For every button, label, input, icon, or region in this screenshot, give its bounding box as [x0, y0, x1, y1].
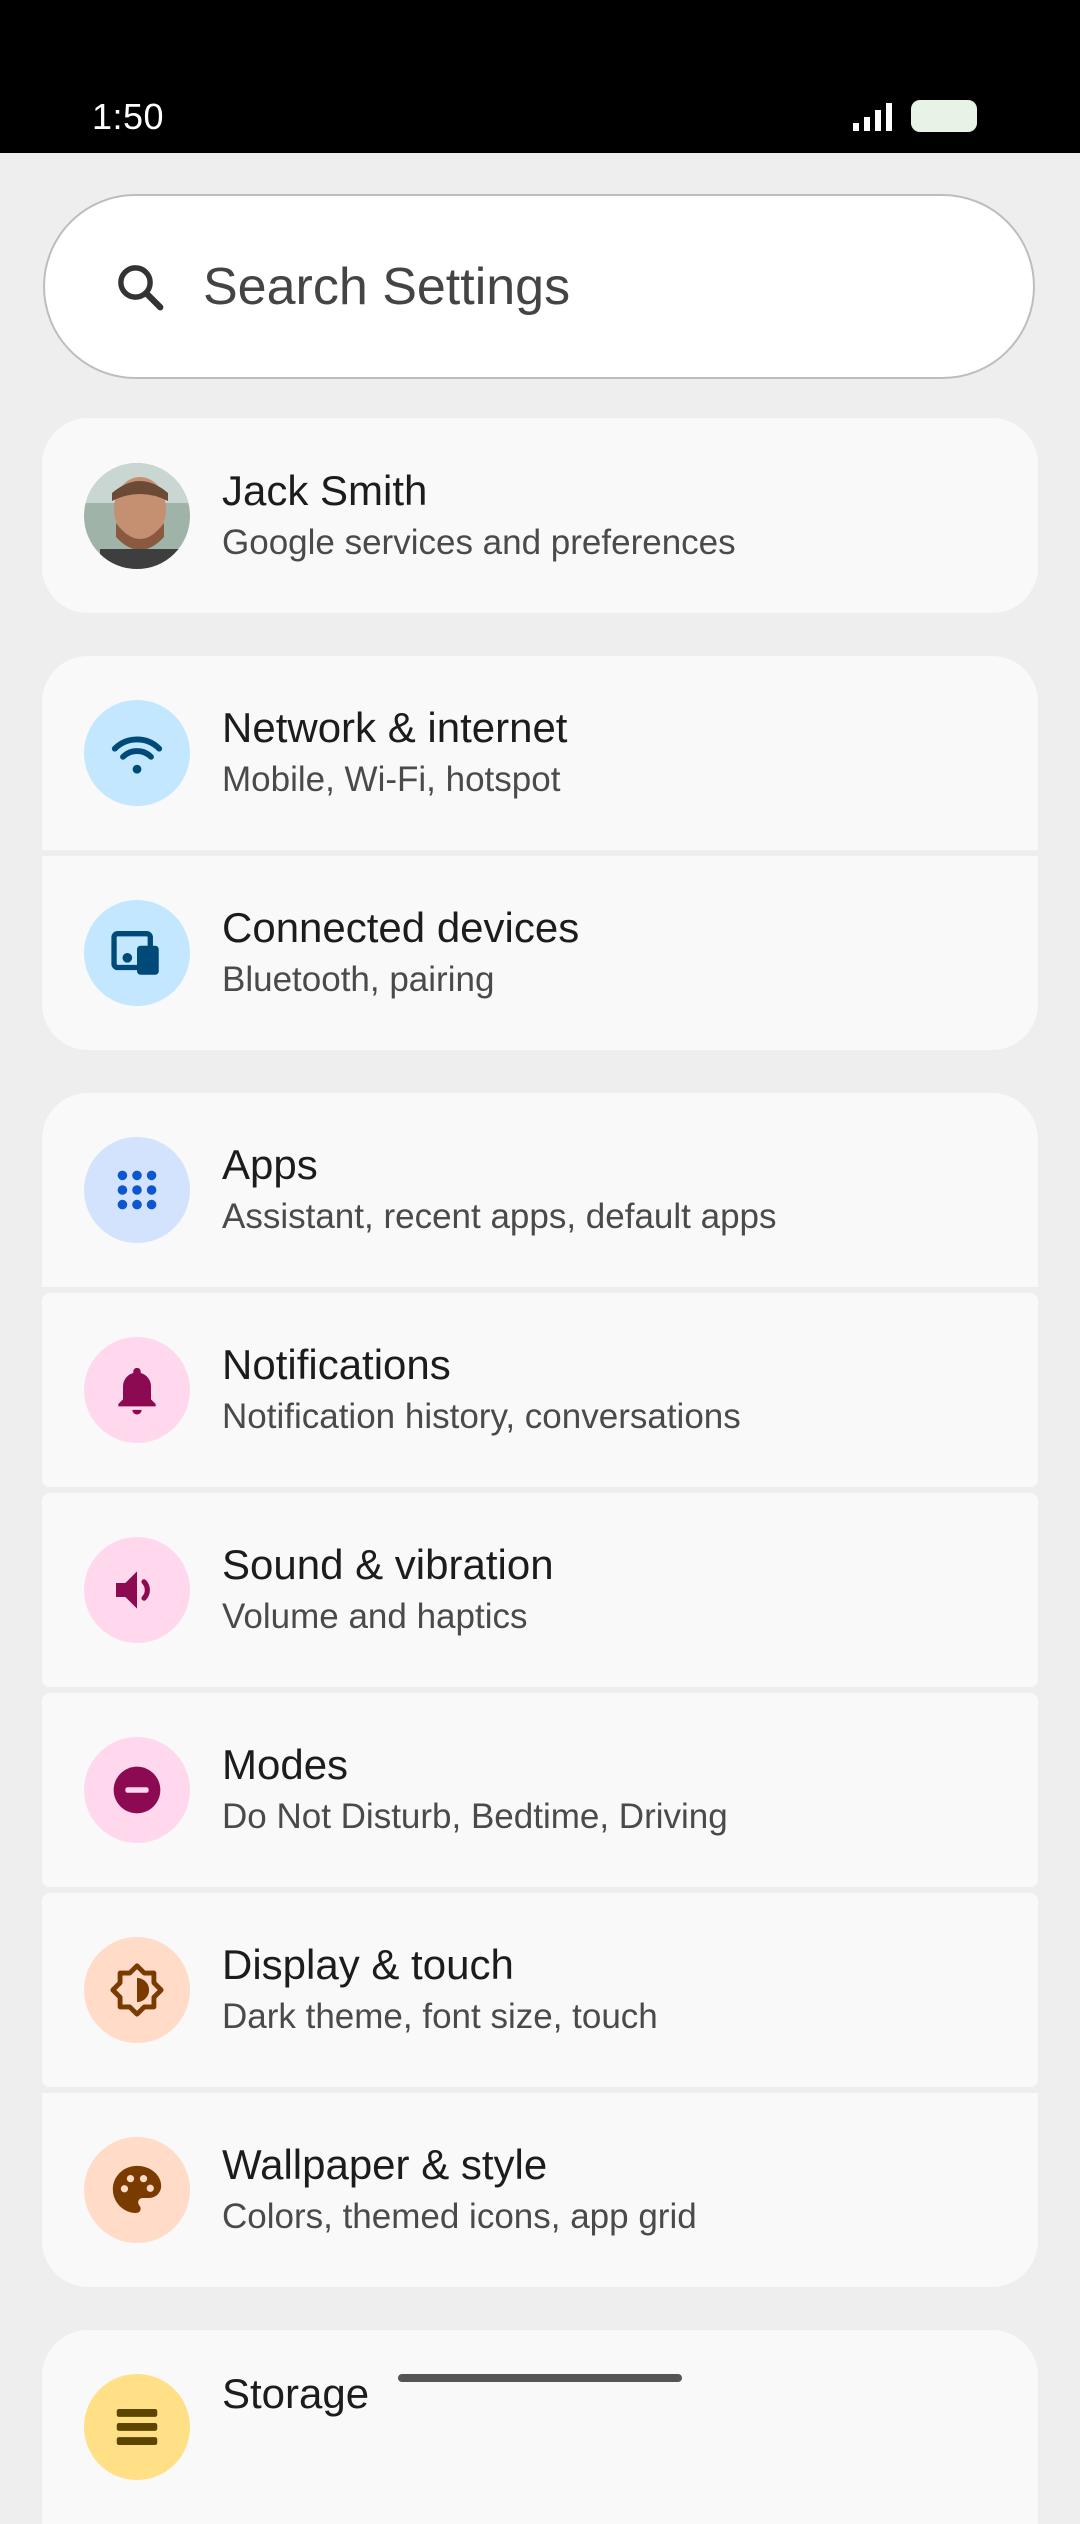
status-icons: [851, 100, 977, 132]
settings-item-notifications[interactable]: Notifications Notification history, conv…: [42, 1293, 1038, 1487]
bell-icon: [84, 1337, 190, 1443]
settings-item-subtitle: Mobile, Wi-Fi, hotspot: [222, 760, 561, 799]
settings-item-title: Display & touch: [222, 1941, 514, 1988]
status-time: 1:50: [92, 96, 165, 137]
settings-item-subtitle: Volume and haptics: [222, 1597, 528, 1636]
signal-icon: [853, 103, 892, 131]
settings-item-subtitle: Notification history, conversations: [222, 1397, 741, 1436]
settings-item-title: Network & internet: [222, 704, 568, 751]
settings-item-title: Apps: [222, 1141, 318, 1188]
settings-item-connected-devices[interactable]: Connected devices Bluetooth, pairing: [42, 856, 1038, 1050]
battery-icon: [911, 100, 977, 132]
settings-item-subtitle: Do Not Disturb, Bedtime, Driving: [222, 1797, 728, 1836]
settings-item-subtitle: Bluetooth, pairing: [222, 960, 495, 999]
settings-item-title: Storage: [222, 2370, 370, 2417]
account-card[interactable]: Jack Smith Google services and preferenc…: [42, 418, 1038, 613]
settings-item-subtitle: Colors, themed icons, app grid: [222, 2197, 697, 2236]
devices-icon: [84, 900, 190, 1006]
settings-item-display[interactable]: Display & touch Dark theme, font size, t…: [42, 1893, 1038, 2087]
settings-item-wallpaper[interactable]: Wallpaper & style Colors, themed icons, …: [42, 2093, 1038, 2287]
brightness-icon: [84, 1937, 190, 2043]
settings-item-subtitle: Dark theme, font size, touch: [222, 1997, 658, 2036]
settings-item-title: Connected devices: [222, 904, 580, 951]
speaker-icon: [84, 1537, 190, 1643]
account-name: Jack Smith: [222, 466, 428, 514]
settings-item-title: Notifications: [222, 1341, 451, 1388]
settings-item-network[interactable]: Network & internet Mobile, Wi-Fi, hotspo…: [42, 656, 1038, 850]
settings-item-subtitle: Assistant, recent apps, default apps: [222, 1197, 777, 1236]
settings-item-sound[interactable]: Sound & vibration Volume and haptics: [42, 1493, 1038, 1687]
account-subtitle: Google services and preferences: [222, 522, 736, 562]
apps-grid-icon: [84, 1137, 190, 1243]
settings-item-title: Wallpaper & style: [222, 2141, 548, 2188]
status-bar: 1:50: [0, 0, 1080, 153]
storage-icon: [84, 2374, 190, 2480]
settings-item-title: Sound & vibration: [222, 1541, 554, 1588]
settings-item-apps[interactable]: Apps Assistant, recent apps, default app…: [42, 1093, 1038, 1287]
avatar: [84, 462, 190, 569]
gesture-nav-handle[interactable]: [398, 2374, 682, 2382]
settings-item-title: Modes: [222, 1741, 349, 1788]
do-not-disturb-icon: [84, 1737, 190, 1843]
search-bar[interactable]: Search Settings: [43, 194, 1035, 379]
wifi-icon: [84, 700, 190, 806]
settings-item-storage[interactable]: Storage: [42, 2330, 1038, 2524]
search-icon: [118, 264, 164, 310]
search-placeholder: Search Settings: [203, 257, 571, 316]
palette-icon: [84, 2137, 190, 2243]
settings-item-modes[interactable]: Modes Do Not Disturb, Bedtime, Driving: [42, 1693, 1038, 1887]
